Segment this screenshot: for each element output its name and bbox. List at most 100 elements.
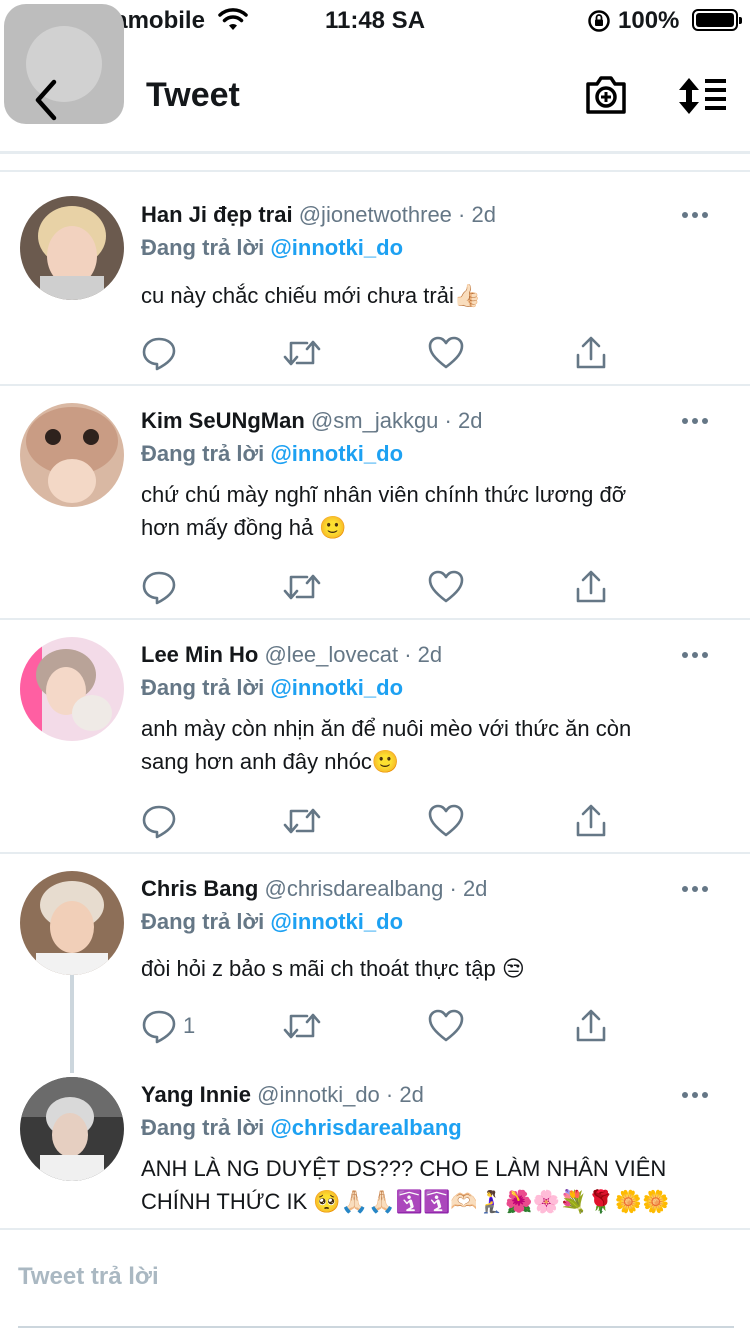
- tweet-age: · 2d: [444, 408, 483, 433]
- rotation-lock-icon: [587, 9, 611, 38]
- replying-prefix: Đang trả lời: [141, 909, 265, 934]
- divider: [0, 384, 750, 386]
- replying-prefix: Đang trả lời: [141, 235, 265, 260]
- sort-icon: [679, 78, 726, 114]
- tweet-age: · 2d: [458, 202, 496, 227]
- header-divider: [0, 151, 750, 154]
- tweet-meta: Han Ji đẹp trai @jionetwothree · 2d: [141, 202, 496, 228]
- tweet-meta: Chris Bang @chrisdarealbang · 2d: [141, 876, 487, 902]
- heart-icon: [428, 336, 464, 369]
- mention-link[interactable]: @innotki_do: [270, 441, 403, 466]
- heart-icon: [428, 570, 464, 603]
- mention-link[interactable]: @innotki_do: [270, 909, 403, 934]
- tweet-text-line: chứ chú mày nghĩ nhân viên chính thức lư…: [141, 482, 627, 507]
- retweet-button[interactable]: [283, 333, 321, 373]
- retweet-button[interactable]: [283, 1006, 321, 1046]
- tweet-text-line: đòi hỏi z bảo s mãi ch thoát thực tập 😒: [141, 956, 525, 981]
- reply-icon: [142, 337, 176, 371]
- display-name[interactable]: Han Ji đẹp trai: [141, 202, 293, 227]
- replying-to: Đang trả lời @innotki_do: [141, 909, 403, 935]
- retweet-icon: [283, 1013, 321, 1039]
- tweet-actions: [141, 333, 621, 373]
- back-button[interactable]: [4, 4, 124, 124]
- sort-replies-button[interactable]: [676, 76, 728, 121]
- share-button[interactable]: [573, 567, 609, 607]
- tweet-text: cu này chắc chiếu mới chưa trải👍🏻: [141, 279, 721, 312]
- like-button[interactable]: [428, 567, 464, 607]
- tweet-text: ANH LÀ NG DUYỆT DS??? CHO E LÀM NHÂN VIÊ…: [141, 1152, 741, 1218]
- user-handle[interactable]: @jionetwothree: [299, 202, 452, 227]
- tweet-text-line: sang hơn anh đây nhóc🙂: [141, 749, 400, 774]
- mention-link[interactable]: @chrisdarealbang: [270, 1115, 461, 1140]
- like-button[interactable]: [428, 1006, 464, 1046]
- heart-icon: [428, 1009, 464, 1042]
- share-icon: [576, 570, 606, 603]
- share-button[interactable]: [573, 801, 609, 841]
- display-name[interactable]: Chris Bang: [141, 876, 258, 901]
- more-options-icon[interactable]: [682, 418, 710, 428]
- avatar[interactable]: [20, 871, 124, 975]
- user-handle[interactable]: @innotki_do: [257, 1082, 380, 1107]
- retweet-icon: [283, 574, 321, 600]
- avatar[interactable]: [20, 637, 124, 741]
- share-icon: [576, 804, 606, 837]
- tweet-text: anh mày còn nhịn ăn để nuôi mèo với thức…: [141, 712, 721, 778]
- tweet-text: đòi hỏi z bảo s mãi ch thoát thực tập 😒: [141, 952, 721, 985]
- more-options-icon[interactable]: [682, 212, 710, 222]
- share-icon: [576, 336, 606, 369]
- more-options-icon[interactable]: [682, 652, 710, 662]
- retweet-button[interactable]: [283, 801, 321, 841]
- user-handle[interactable]: @lee_lovecat: [264, 642, 398, 667]
- compose-underline: [18, 1326, 734, 1328]
- camera-add-button[interactable]: [584, 74, 628, 121]
- reply-compose-input[interactable]: Tweet trả lời: [18, 1263, 159, 1291]
- display-name[interactable]: Yang Innie: [141, 1082, 251, 1107]
- share-button[interactable]: [573, 1006, 609, 1046]
- like-button[interactable]: [428, 801, 464, 841]
- reply-button[interactable]: [141, 801, 177, 841]
- tweet-text-line: anh mày còn nhịn ăn để nuôi mèo với thức…: [141, 716, 632, 741]
- tweet-age: · 2d: [449, 876, 488, 901]
- replying-to: Đang trả lời @innotki_do: [141, 235, 403, 261]
- replying-prefix: Đang trả lời: [141, 441, 265, 466]
- reply-button[interactable]: [141, 333, 177, 373]
- share-button[interactable]: [573, 333, 609, 373]
- avatar[interactable]: [20, 196, 124, 300]
- tweet-text-line: ANH LÀ NG DUYỆT DS??? CHO E LÀM NHÂN VIÊ…: [141, 1156, 667, 1181]
- user-handle[interactable]: @chrisdarealbang: [264, 876, 443, 901]
- share-icon: [576, 1009, 606, 1042]
- avatar[interactable]: [20, 1077, 124, 1181]
- tweet-text-line: cu này chắc chiếu mới chưa trải👍🏻: [141, 283, 482, 308]
- more-options-icon[interactable]: [682, 886, 710, 896]
- more-options-icon[interactable]: [682, 1092, 710, 1102]
- replying-prefix: Đang trả lời: [141, 675, 265, 700]
- display-name[interactable]: Lee Min Ho: [141, 642, 258, 667]
- mention-link[interactable]: @innotki_do: [270, 675, 403, 700]
- replying-to: Đang trả lời @chrisdarealbang: [141, 1115, 462, 1141]
- retweet-icon: [283, 808, 321, 834]
- like-button[interactable]: [428, 333, 464, 373]
- tweet-text-line: hơn mấy đồng hả 🙂: [141, 515, 347, 540]
- user-handle[interactable]: @sm_jakkgu: [311, 408, 439, 433]
- reply-icon: [142, 1010, 176, 1044]
- mention-link[interactable]: @innotki_do: [270, 235, 403, 260]
- retweet-button[interactable]: [283, 567, 321, 607]
- tweet-meta: Yang Innie @innotki_do · 2d: [141, 1082, 424, 1108]
- heart-icon: [428, 804, 464, 837]
- display-name[interactable]: Kim SeUNgMan: [141, 408, 305, 433]
- reply-button[interactable]: 1: [141, 1006, 195, 1046]
- divider: [0, 1228, 750, 1230]
- retweet-icon: [283, 340, 321, 366]
- tweet-actions: 1: [141, 1006, 621, 1046]
- divider: [0, 170, 750, 172]
- replying-to: Đang trả lời @innotki_do: [141, 441, 403, 467]
- reply-icon: [142, 571, 176, 605]
- thread-connector: [70, 975, 74, 1073]
- tweet-age: · 2d: [404, 642, 443, 667]
- tweet-age: · 2d: [385, 1082, 424, 1107]
- replying-prefix: Đang trả lời: [141, 1115, 265, 1140]
- page-title: Tweet: [146, 76, 240, 114]
- tweet-actions: [141, 801, 621, 841]
- avatar[interactable]: [20, 403, 124, 507]
- reply-button[interactable]: [141, 567, 177, 607]
